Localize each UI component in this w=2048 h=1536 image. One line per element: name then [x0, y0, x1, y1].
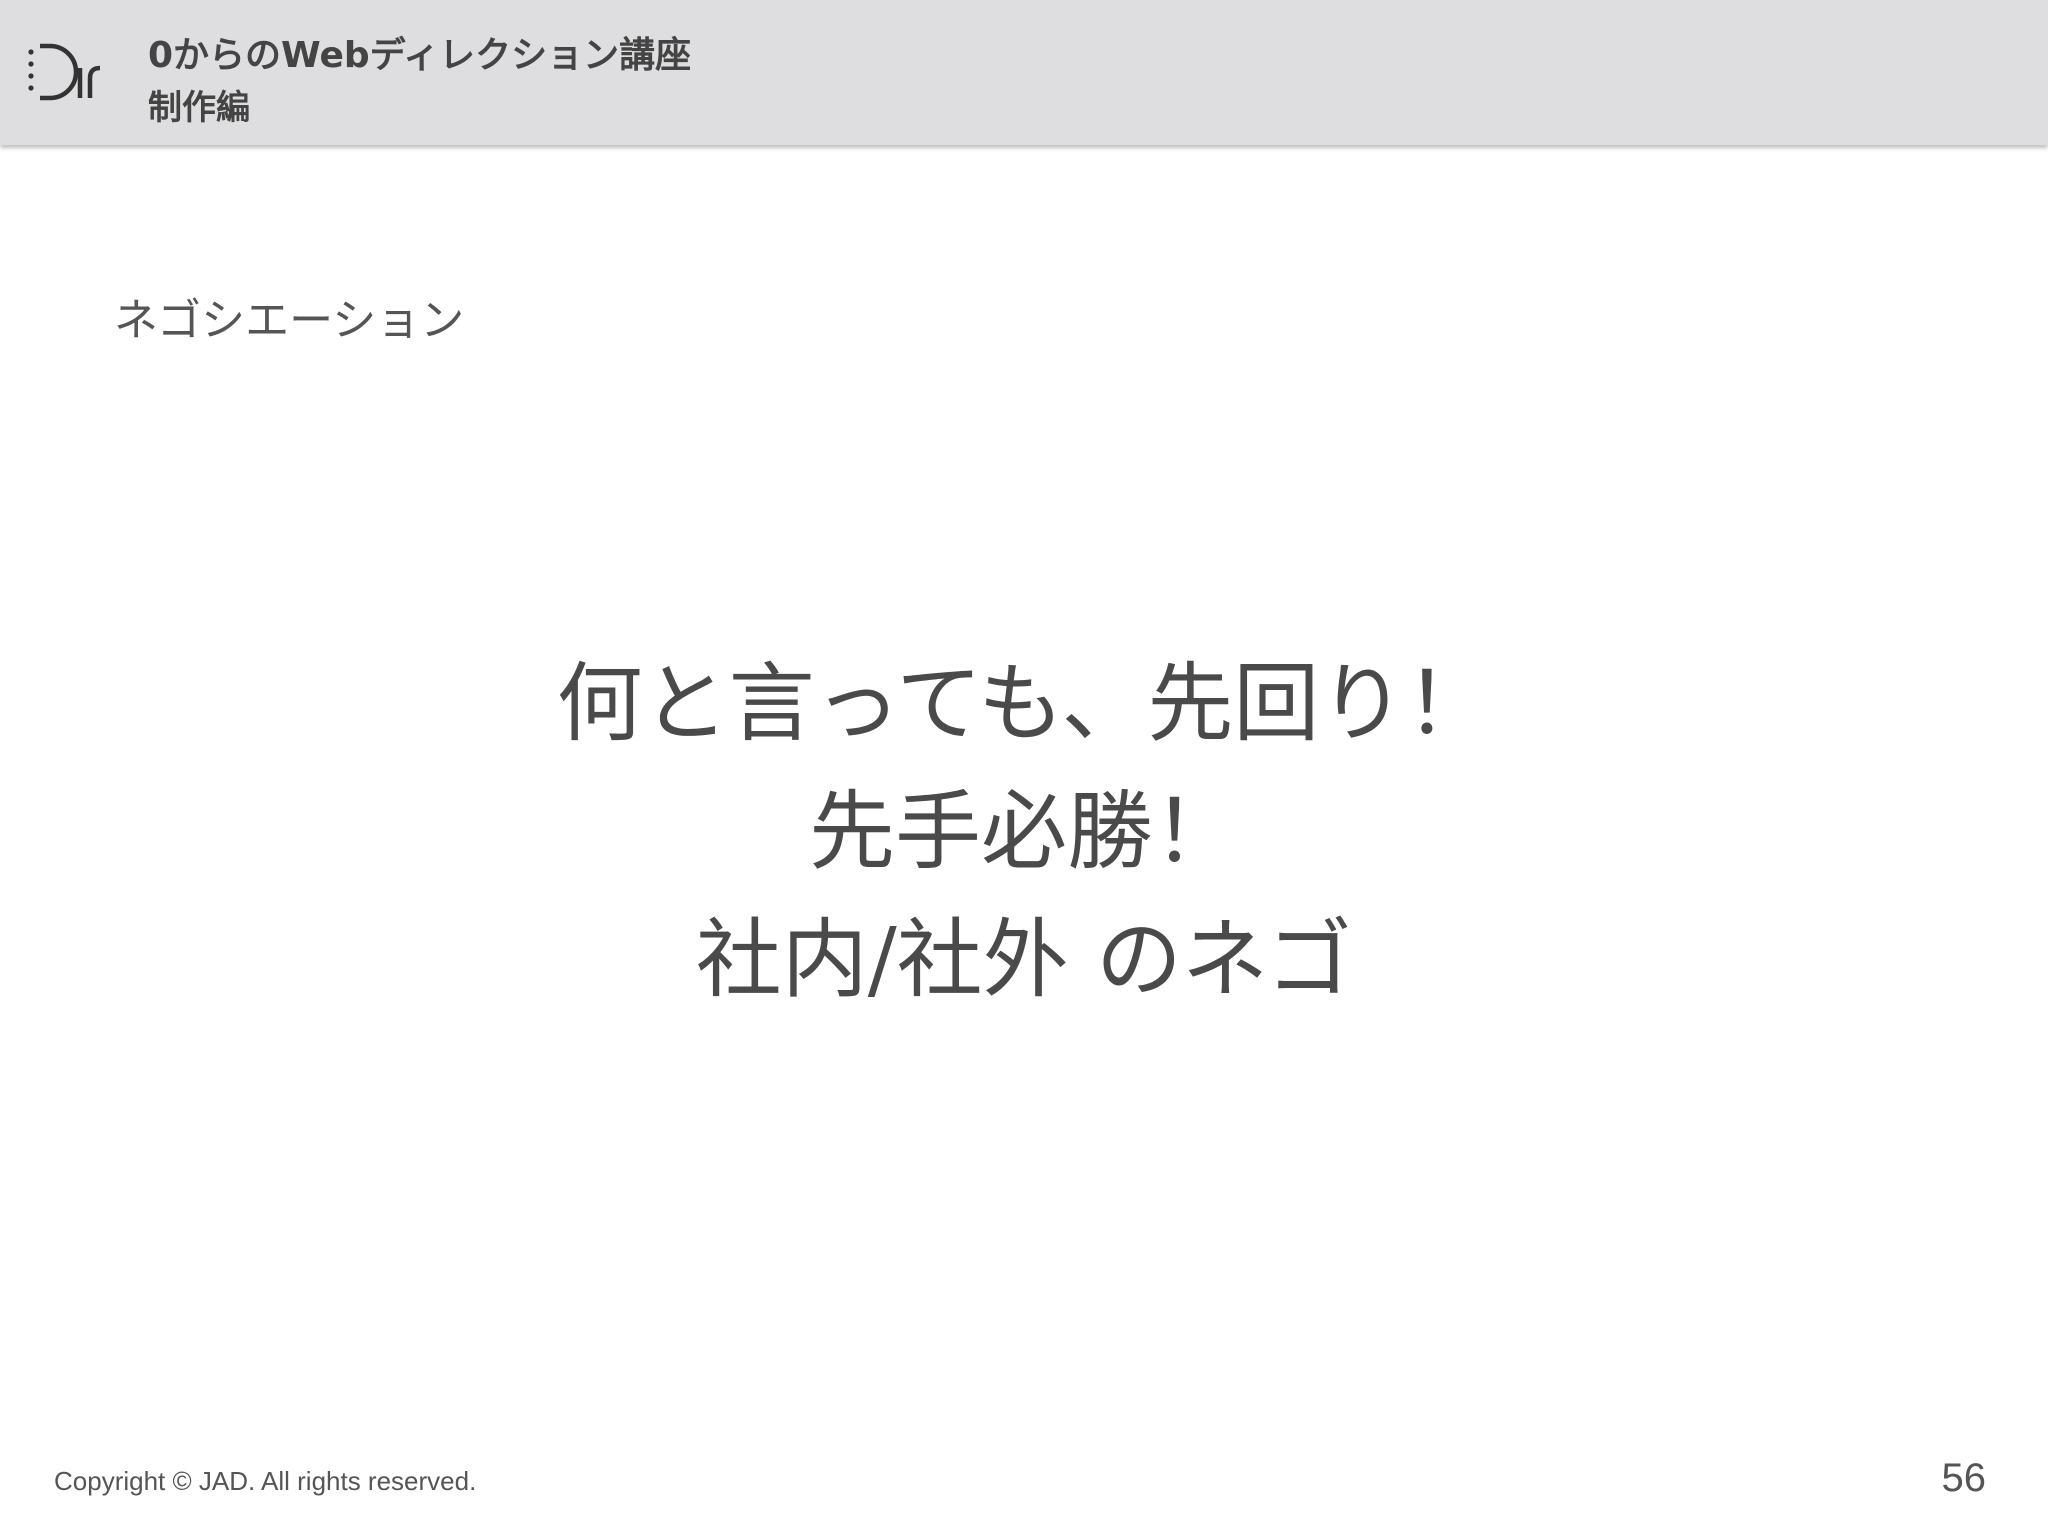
main-message-line-2: 先手必勝！	[809, 782, 1239, 882]
main-message-line-3: 社内/社外 のネゴ	[695, 910, 1353, 1010]
main-message: 何と言っても、先回り！ 先手必勝！ 社内/社外 のネゴ	[0, 640, 2048, 1024]
section-heading: ネゴシエーション	[114, 295, 465, 346]
slide: 0からのWebディレクション講座 制作編 ネゴシエーション 何と言っても、先回り…	[0, 0, 2048, 1536]
course-title: 0からのWebディレクション講座	[148, 35, 692, 76]
copyright-notice: Copyright © JAD. All rights reserved.	[54, 1466, 477, 1496]
main-message-line-1: 何と言っても、先回り！	[556, 654, 1492, 754]
header-bar: 0からのWebディレクション講座 制作編	[0, 0, 2048, 145]
dir-logo-icon	[28, 43, 101, 101]
course-subtitle: 制作編	[148, 88, 250, 128]
page-number: 56	[1941, 1456, 1987, 1500]
